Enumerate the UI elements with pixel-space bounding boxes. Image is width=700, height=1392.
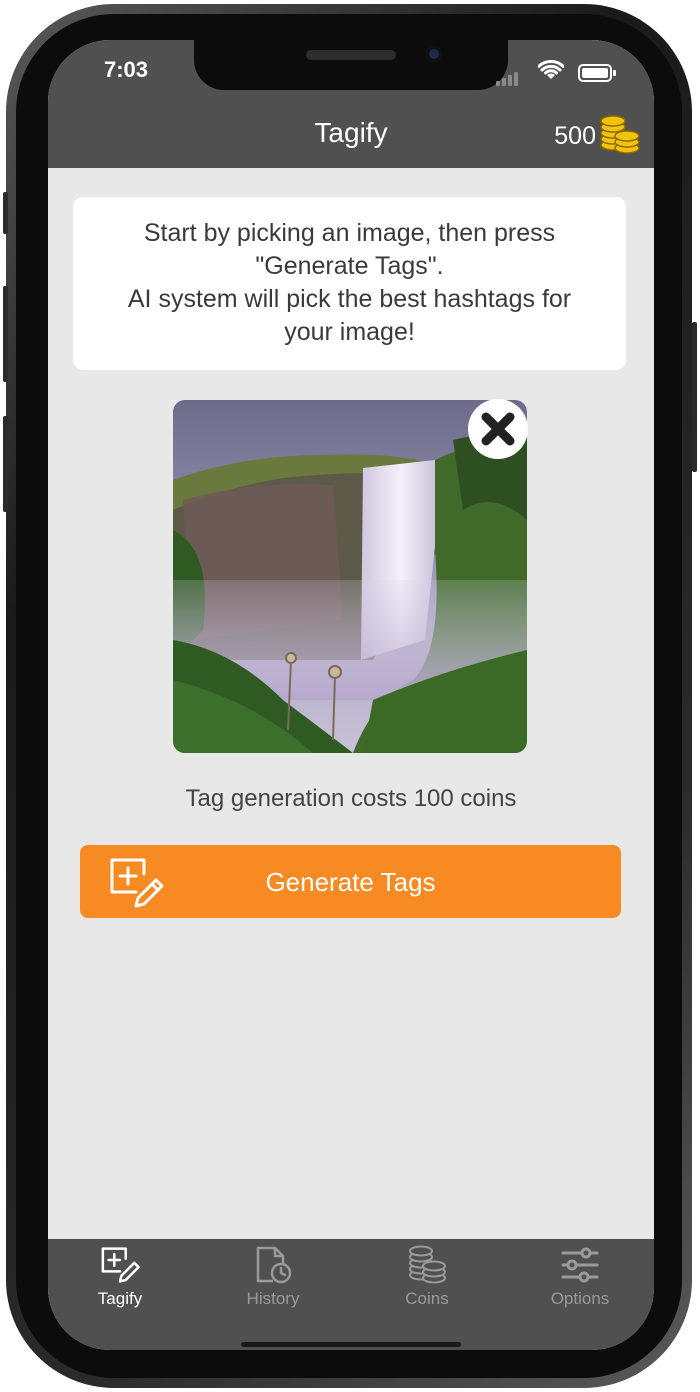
battery-icon: [578, 64, 616, 82]
signal-icon: [496, 68, 520, 86]
volume-up-button: [3, 286, 8, 382]
tab-tagify-label: Tagify: [97, 1289, 143, 1308]
instructions-text: Start by picking an image, then press "G…: [127, 219, 572, 346]
close-icon: [481, 412, 515, 446]
history-icon: [256, 1246, 292, 1284]
tab-coins[interactable]: Coins: [357, 1245, 497, 1317]
tab-tagify[interactable]: Tagify: [50, 1245, 190, 1317]
notch: [194, 40, 508, 90]
tab-bar: Tagify History Coins Options: [48, 1239, 654, 1350]
status-icons: [496, 60, 626, 86]
generate-tags-label: Generate Tags: [265, 867, 436, 897]
coins-stack-icon[interactable]: [598, 114, 642, 154]
status-bar: 7:03: [48, 40, 654, 102]
tab-history-label: History: [246, 1289, 300, 1308]
silent-switch: [3, 192, 8, 234]
screen: 7:03 Tagify 500 Start by picking an imag…: [48, 40, 654, 1350]
instructions-card: Start by picking an image, then press "G…: [73, 197, 626, 370]
cost-info-text: Tag generation costs 100 coins: [185, 785, 517, 812]
coin-balance[interactable]: 500: [554, 122, 596, 151]
wifi-icon: [538, 60, 564, 79]
main-content: Start by picking an image, then press "G…: [48, 168, 654, 1239]
remove-image-button[interactable]: [468, 399, 528, 459]
front-camera: [426, 46, 442, 62]
coins-icon: [409, 1245, 446, 1284]
tab-history[interactable]: History: [203, 1245, 343, 1317]
tab-options-label: Options: [550, 1289, 610, 1308]
status-time: 7:03: [104, 57, 149, 82]
tab-options[interactable]: Options: [510, 1245, 650, 1317]
add-edit-icon: [101, 1247, 140, 1283]
nav-bar: Tagify 500: [48, 102, 654, 168]
volume-down-button: [3, 416, 8, 512]
power-button: [692, 322, 697, 472]
sliders-icon: [561, 1247, 599, 1283]
speaker-grille: [306, 50, 396, 60]
tab-coins-label: Coins: [405, 1289, 449, 1308]
home-indicator: [241, 1342, 461, 1347]
generate-tags-button[interactable]: Generate Tags: [80, 845, 621, 918]
